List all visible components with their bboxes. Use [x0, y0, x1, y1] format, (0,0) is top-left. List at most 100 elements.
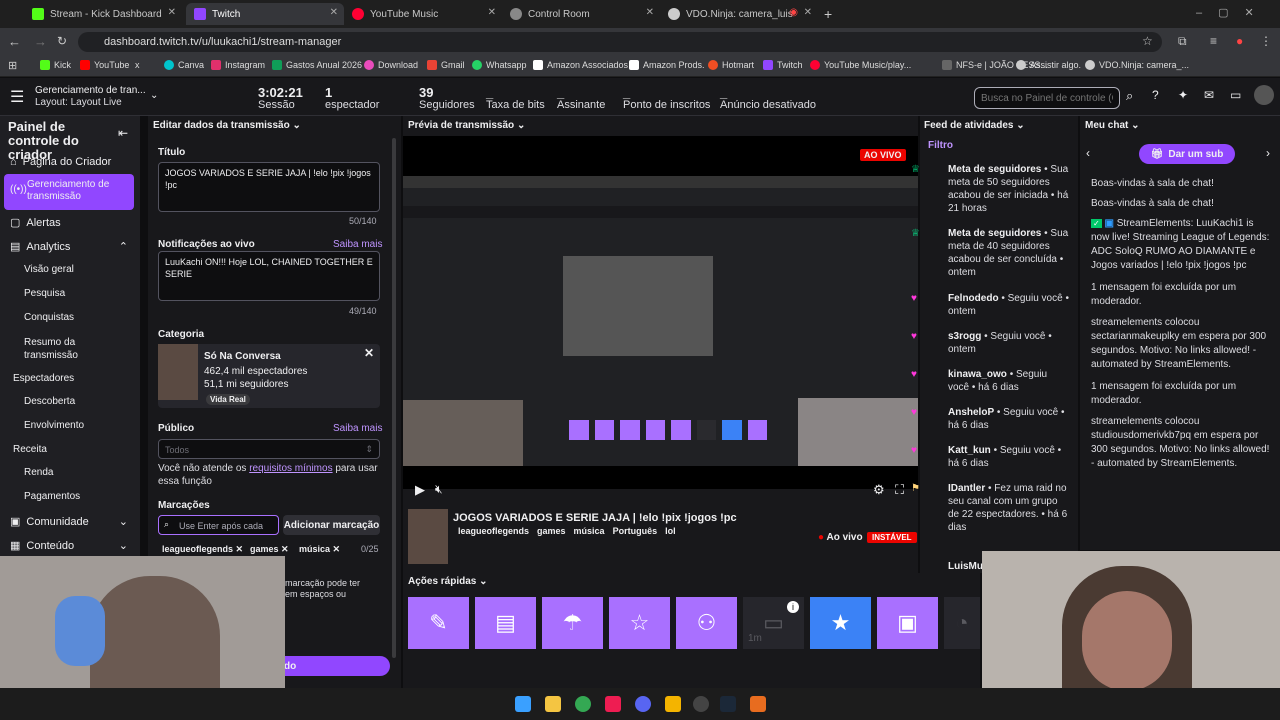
sidebar-item-content[interactable]: ▦ Conteúdo ⌄ [10, 539, 128, 553]
play-icon[interactable]: ▶ [415, 482, 425, 498]
settings-icon[interactable]: ⚙ [873, 482, 885, 498]
forward-icon[interactable]: → [34, 34, 47, 49]
scrollbar[interactable] [392, 138, 396, 658]
sidebar-item-achievements[interactable]: Conquistas [24, 312, 74, 323]
tab-twitch[interactable]: Twitch ✕ [186, 3, 344, 25]
layout-selector[interactable]: Gerenciamento de tran... Layout: Layout … [35, 85, 146, 109]
tab-kick[interactable]: Stream - Kick Dashboard ✕ [24, 3, 182, 25]
url-field[interactable]: dashboard.twitch.tv/u/luukachi1/stream-m… [78, 32, 1162, 52]
add-mod-button[interactable]: ⚇ [676, 597, 737, 649]
edit-panel-header[interactable]: Editar dados da transmissão ⌄ [153, 120, 301, 131]
windows-start-icon[interactable] [515, 696, 531, 712]
save-button[interactable]: do [268, 656, 390, 676]
gift-sub-button[interactable]: 🎁︎ Dar um sub [1139, 144, 1235, 164]
window-controls[interactable]: –▢✕ [1196, 6, 1270, 19]
help-icon[interactable]: ? [1152, 88, 1159, 102]
bookmark-instagram[interactable]: Instagram [211, 60, 265, 70]
video-player[interactable]: AO VIVO ▶ 🔇︎ ⚙ ⛶ [403, 136, 918, 497]
stream-tag[interactable]: games [537, 526, 566, 536]
stream-tag[interactable]: lol [665, 526, 676, 536]
steam-icon[interactable] [720, 696, 736, 712]
chat-header[interactable]: Meu chat ⌄ [1085, 120, 1140, 131]
bookmark-hotmart[interactable]: Hotmart [708, 60, 754, 70]
new-tab-button[interactable]: + [824, 6, 832, 22]
chevron-right-icon[interactable]: › [1266, 146, 1270, 160]
close-icon[interactable]: ✕ [804, 7, 812, 18]
stream-tag[interactable]: leagueoflegends [458, 526, 529, 536]
obs-icon[interactable] [693, 696, 709, 712]
chevron-left-icon[interactable]: ‹ [1086, 146, 1090, 160]
shoutout-star-button[interactable]: ☆ [609, 597, 670, 649]
bookmark-amazon-associados[interactable]: Amazon Associados [533, 60, 628, 70]
chat-bubble-icon[interactable]: ▭ [1230, 88, 1241, 102]
prediction-button[interactable]: ☂ [542, 597, 603, 649]
sidebar-item-stream-summary[interactable]: Resumo da transmissão [24, 336, 104, 362]
sidebar-item-viewers[interactable]: Espectadores [13, 373, 74, 384]
back-icon[interactable]: ← [8, 34, 21, 49]
apps-icon[interactable]: ⊞ [8, 59, 17, 72]
sidebar-item-search[interactable]: Pesquisa [24, 288, 65, 299]
title-input[interactable]: JOGOS VARIADOS E SERIE JAJA | !elo !pix … [158, 162, 380, 212]
bookmark-gastos[interactable]: Gastos Anual 2026 [272, 60, 362, 70]
min-requirements-link[interactable]: requisitos mínimos [249, 463, 332, 474]
audience-select[interactable]: Todos ⇕ [158, 439, 380, 459]
remove-category-icon[interactable]: ✕ [364, 346, 374, 360]
profile-icon[interactable]: ● [1236, 34, 1243, 48]
close-icon[interactable]: ✕ [646, 7, 654, 18]
category-card[interactable]: Só Na Conversa 462,4 mil espectadores 51… [158, 344, 380, 408]
layout-button[interactable]: ▣ [877, 597, 938, 649]
chrome-icon[interactable] [575, 696, 591, 712]
inbox-icon[interactable]: ✉ [1204, 88, 1214, 102]
media-icon[interactable]: ≡ [1210, 34, 1217, 48]
featured-star-button[interactable]: ★ [810, 597, 871, 649]
sidebar-item-overview[interactable]: Visão geral [24, 264, 74, 275]
close-icon[interactable]: ✕ [488, 7, 496, 18]
fullscreen-icon[interactable]: ⛶ [895, 482, 904, 498]
edit-pencil-button[interactable]: ✎ [408, 597, 469, 649]
discord-icon[interactable] [635, 696, 651, 712]
timer-button[interactable]: ◔ [944, 597, 980, 649]
sidebar-item-engagement[interactable]: Envolvimento [24, 420, 84, 431]
star-bookmark-icon[interactable]: ☆ [1142, 34, 1153, 48]
sidebar-item-community[interactable]: ▣ Comunidade ⌄ [10, 515, 128, 529]
stream-tag[interactable]: música [574, 526, 605, 536]
info-icon[interactable]: i [787, 601, 799, 613]
audience-learn-more-link[interactable]: Saiba mais [333, 423, 382, 434]
tiktok-icon[interactable] [605, 696, 621, 712]
feed-header[interactable]: Feed de atividades ⌄ [924, 120, 1025, 131]
app-icon[interactable] [665, 696, 681, 712]
bookmark-whatsapp[interactable]: Whatsapp [472, 60, 527, 70]
bookmark-x[interactable]: x [135, 60, 140, 70]
tag-chip[interactable]: música ✕ [299, 544, 340, 555]
bookmark-youtube[interactable]: YouTube [80, 60, 129, 70]
tags-input[interactable]: ⌕ Use Enter após cada [158, 515, 279, 535]
bookmark-kick[interactable]: Kick [40, 60, 71, 70]
sidebar-item-payments[interactable]: Pagamentos [24, 491, 80, 502]
menu-icon[interactable]: ⋮ [1260, 34, 1272, 48]
learn-more-link[interactable]: Saiba mais [333, 239, 382, 250]
bookmark-gmail[interactable]: Gmail [427, 60, 465, 70]
stream-tag[interactable]: Português [613, 526, 658, 536]
bookmark-amazon-prods[interactable]: Amazon Prods. [629, 60, 705, 70]
sidebar-item-alerts[interactable]: ▢ Alertas [10, 216, 61, 230]
sidebar-item-income[interactable]: Renda [24, 467, 53, 478]
bookmark-vdo-ninja[interactable]: VDO.Ninja: camera_... [1085, 60, 1189, 70]
reload-icon[interactable]: ↻ [57, 34, 67, 48]
bookmark-canva[interactable]: Canva [164, 60, 204, 70]
feed-filter-link[interactable]: Filtro [928, 140, 953, 151]
bookmark-download[interactable]: Download [364, 60, 418, 70]
tag-chip[interactable]: leagueoflegends ✕ [162, 544, 243, 555]
tab-vdo-ninja[interactable]: VDO.Ninja: camera_luis ◉ ✕ [660, 3, 818, 25]
search-icon[interactable]: ⌕ [1126, 88, 1133, 104]
sidebar-item-creator-page[interactable]: ⌂ Página do Criador [10, 156, 111, 168]
extensions-icon[interactable]: ⧉ [1178, 34, 1187, 49]
ad-button[interactable]: ▭ 1m i [743, 597, 804, 649]
dashboard-search-input[interactable] [974, 87, 1120, 109]
bookmark-twitch[interactable]: Twitch [763, 60, 803, 70]
tab-control-room[interactable]: Control Room ✕ [502, 3, 660, 25]
avatar[interactable] [1254, 85, 1274, 105]
sparkle-icon[interactable]: ✦ [1178, 88, 1188, 102]
bookmark-assistir[interactable]: Assistir algo. [1016, 60, 1081, 70]
notification-input[interactable]: LuuKachi ON!!! Hoje LOL, CHAINED TOGETHE… [158, 251, 380, 301]
quick-actions-header[interactable]: Ações rápidas ⌄ [408, 576, 488, 587]
